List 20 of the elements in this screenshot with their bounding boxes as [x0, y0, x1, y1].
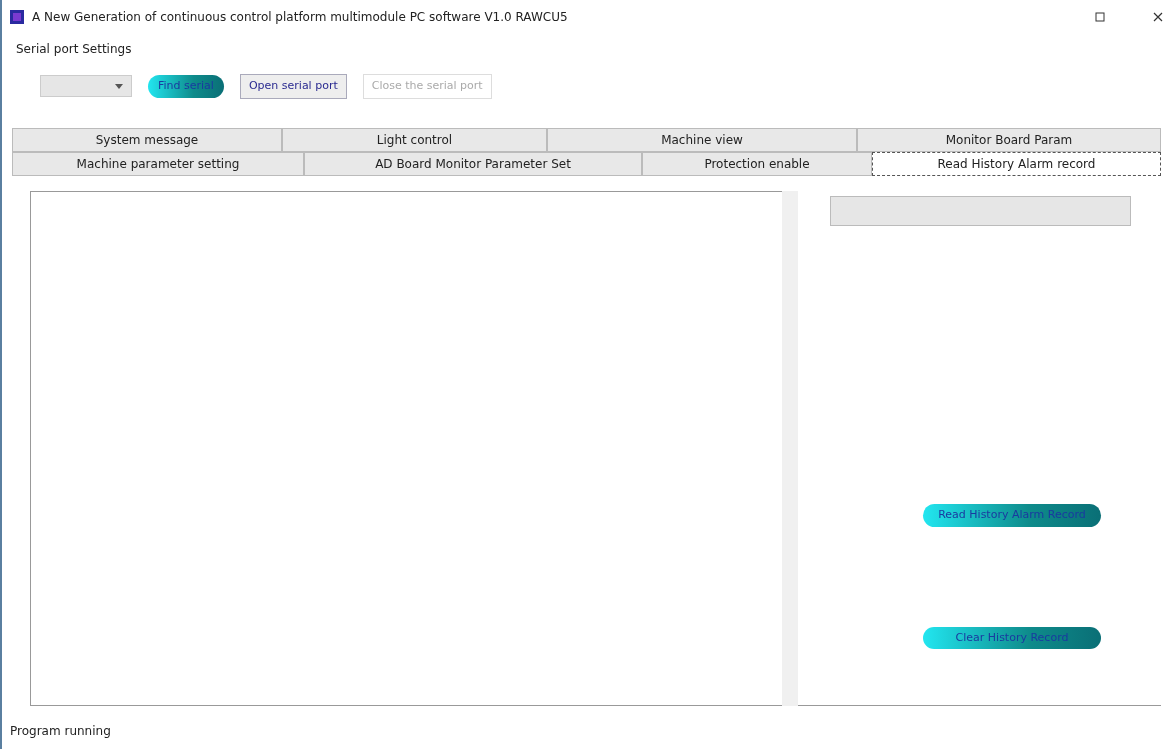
tab[interactable]: System message: [12, 128, 282, 152]
app-icon: [10, 10, 24, 24]
window-title: A New Generation of continuous control platform multimodule PC software V1.0 RAWCU5: [32, 9, 568, 26]
close-icon[interactable]: [1153, 12, 1163, 22]
scrollbar[interactable]: [782, 191, 798, 706]
tab[interactable]: Protection enable: [642, 152, 872, 176]
status-text: Program running: [10, 724, 111, 738]
tab[interactable]: Machine parameter setting: [12, 152, 304, 176]
find-serial-button[interactable]: Find serial: [148, 75, 224, 98]
serial-port-button[interactable]: Open serial port: [239, 74, 347, 99]
port-dropdown[interactable]: [40, 75, 132, 98]
group-title: Serial port Settings: [16, 41, 133, 58]
history-button[interactable]: Read History Alarm Record: [923, 504, 1101, 527]
tab[interactable]: Monitor Board Param: [857, 128, 1161, 152]
tab[interactable]: Machine view: [547, 128, 857, 152]
tab[interactable]: AD Board Monitor Parameter Set: [304, 152, 642, 176]
caret-icon: [115, 83, 123, 89]
tab[interactable]: Read History Alarm record: [872, 152, 1161, 176]
maximize-icon[interactable]: [1095, 12, 1105, 22]
tab[interactable]: Light control: [282, 128, 547, 152]
